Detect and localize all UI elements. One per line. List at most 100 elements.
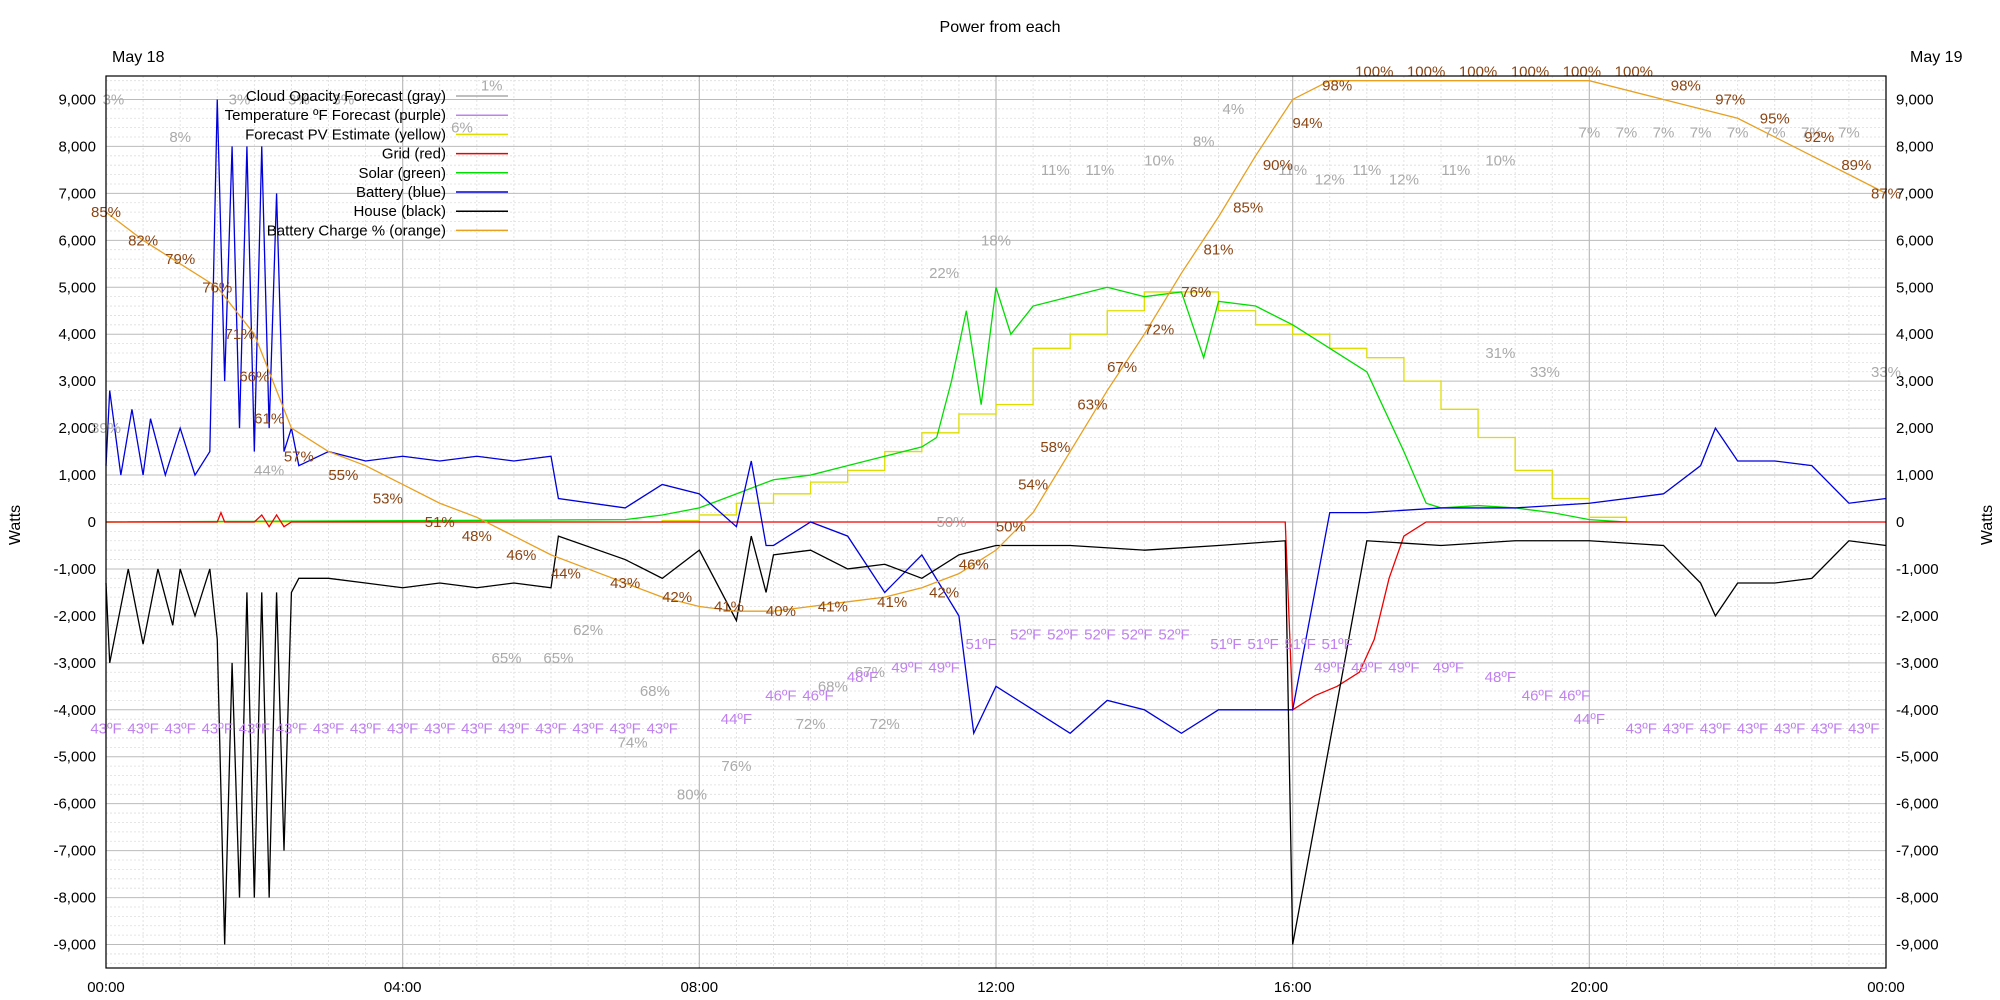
ytick-label-right: 1,000 (1896, 467, 1934, 484)
cloud-opacity-label: 80% (677, 786, 707, 803)
temperature-label: 46ºF (765, 688, 796, 705)
battery-charge-label: 72% (1144, 322, 1174, 339)
temperature-label: 43ºF (424, 721, 455, 738)
battery-charge-label: 79% (165, 251, 195, 268)
ytick-label-left: -8,000 (53, 890, 96, 907)
battery-charge-label: 42% (662, 589, 692, 606)
battery-charge-label: 41% (818, 599, 848, 616)
cloud-opacity-label: 7% (1838, 124, 1860, 141)
legend-label: Battery Charge % (orange) (267, 222, 446, 239)
temperature-label: 43ºF (1774, 721, 1805, 738)
temperature-label: 49ºF (891, 660, 922, 677)
ytick-label-right: -5,000 (1896, 749, 1939, 766)
ytick-label-left: -4,000 (53, 702, 96, 719)
battery-charge-label: 100% (1511, 63, 1549, 80)
temperature-label: 44ºF (721, 711, 752, 728)
battery-charge-label: 57% (284, 448, 314, 465)
cloud-opacity-label: 4% (1222, 101, 1244, 118)
ytick-label-left: 0 (88, 514, 96, 531)
temperature-label: 51ºF (966, 636, 997, 653)
ytick-label-right: -2,000 (1896, 608, 1939, 625)
ytick-label-left: -5,000 (53, 749, 96, 766)
legend-label: Solar (green) (358, 165, 446, 182)
temperature-label: 52ºF (1010, 627, 1041, 644)
temperature-label: 49ºF (1433, 660, 1464, 677)
cloud-opacity-label: 10% (1144, 153, 1174, 170)
battery-charge-label: 41% (714, 599, 744, 616)
ytick-label-right: -6,000 (1896, 796, 1939, 813)
cloud-opacity-label: 33% (1530, 364, 1560, 381)
cloud-opacity-label: 10% (1485, 153, 1515, 170)
cloud-opacity-label: 76% (721, 758, 751, 775)
battery-charge-label: 43% (610, 575, 640, 592)
battery-charge-label: 98% (1671, 77, 1701, 94)
ytick-label-left: -1,000 (53, 561, 96, 578)
cloud-opacity-label: 18% (981, 232, 1011, 249)
cloud-opacity-label: 12% (1389, 171, 1419, 188)
battery-charge-label: 100% (1563, 63, 1601, 80)
ytick-label-right: -4,000 (1896, 702, 1939, 719)
temperature-label: 43ºF (535, 721, 566, 738)
battery-charge-label: 76% (202, 279, 232, 296)
legend-label: Grid (red) (382, 146, 446, 163)
battery-charge-label: 100% (1355, 63, 1393, 80)
temperature-label: 43ºF (387, 721, 418, 738)
temperature-label: 43ºF (350, 721, 381, 738)
ytick-label-right: 9,000 (1896, 91, 1934, 108)
ytick-label-right: 2,000 (1896, 420, 1934, 437)
cloud-opacity-label: 8% (169, 129, 191, 146)
battery-charge-label: 40% (766, 603, 796, 620)
legend-label: Battery (blue) (356, 184, 446, 201)
temperature-label: 46ºF (802, 688, 833, 705)
battery-charge-label: 92% (1804, 129, 1834, 146)
cloud-opacity-label: 50% (936, 514, 966, 531)
ytick-label-left: 8,000 (58, 138, 96, 155)
battery-charge-label: 71% (224, 326, 254, 343)
temperature-label: 52ºF (1158, 627, 1189, 644)
temperature-label: 48ºF (847, 669, 878, 686)
battery-charge-label: 42% (929, 584, 959, 601)
temperature-label: 48ºF (1485, 669, 1516, 686)
temperature-label: 43ºF (1626, 721, 1657, 738)
power-chart: Power from each May 18 May 19 Watts Watt… (0, 0, 2000, 1000)
cloud-opacity-label: 65% (491, 650, 521, 667)
temperature-label: 43ºF (572, 721, 603, 738)
battery-charge-label: 97% (1715, 91, 1745, 108)
battery-charge-label: 67% (1107, 359, 1137, 376)
temperature-label: 52ºF (1047, 627, 1078, 644)
temperature-label: 43ºF (165, 721, 196, 738)
temperature-label: 43ºF (127, 721, 158, 738)
battery-charge-label: 53% (373, 491, 403, 508)
battery-charge-label: 50% (996, 519, 1026, 536)
cloud-opacity-label: 11% (1441, 162, 1470, 179)
battery-charge-label: 63% (1077, 397, 1107, 414)
legend-label: Temperature ºF Forecast (purple) (225, 107, 446, 124)
temperature-label: 52ºF (1121, 627, 1152, 644)
ytick-label-left: 4,000 (58, 326, 96, 343)
battery-charge-label: 51% (425, 514, 455, 531)
temperature-label: 43ºF (276, 721, 307, 738)
temperature-label: 49ºF (1314, 660, 1345, 677)
temperature-label: 43ºF (461, 721, 492, 738)
ytick-label-right: -9,000 (1896, 937, 1939, 954)
battery-charge-label: 46% (959, 556, 989, 573)
temperature-label: 52ºF (1084, 627, 1115, 644)
battery-charge-label: 100% (1615, 63, 1653, 80)
battery-charge-label: 58% (1040, 439, 1070, 456)
cloud-opacity-label: 1% (481, 77, 503, 94)
temperature-label: 46ºF (1522, 688, 1553, 705)
temperature-label: 43ºF (647, 721, 678, 738)
cloud-opacity-label: 11% (1085, 162, 1114, 179)
legend-label: Forecast PV Estimate (yellow) (245, 126, 446, 143)
ylabel-left: Watts (7, 505, 24, 545)
temperature-label: 43ºF (202, 721, 233, 738)
ytick-label-left: 1,000 (58, 467, 96, 484)
cloud-opacity-label: 22% (929, 265, 959, 282)
date-left: May 18 (112, 49, 165, 66)
temperature-label: 43ºF (313, 721, 344, 738)
date-right: May 19 (1910, 49, 1963, 66)
xtick-label: 00:00 (87, 979, 125, 996)
cloud-opacity-label: 7% (1653, 124, 1675, 141)
battery-charge-label: 100% (1459, 63, 1497, 80)
cloud-opacity-label: 72% (870, 716, 900, 733)
